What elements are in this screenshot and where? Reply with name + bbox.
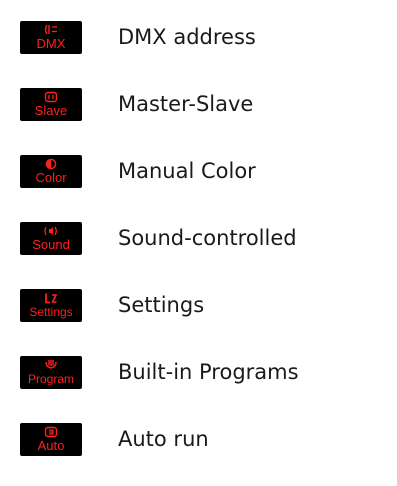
mode-label: Settings <box>118 293 205 317</box>
mode-badge-program: Program <box>20 356 82 389</box>
mode-row-program: Program Built-in Programs <box>0 351 397 391</box>
mode-label: Auto run <box>118 427 209 451</box>
mode-badge-label: Program <box>27 372 74 386</box>
program-icon <box>20 358 82 371</box>
mode-label: Built-in Programs <box>118 360 299 384</box>
mode-badge-label: Sound <box>32 237 70 252</box>
auto-icon <box>20 425 82 438</box>
mode-label: Sound-controlled <box>118 226 297 250</box>
dmx-icon <box>20 23 82 36</box>
mode-badge-label: Slave <box>34 103 68 118</box>
mode-badge-dmx: DMX <box>20 21 82 54</box>
mode-badge-label: DMX <box>36 36 66 51</box>
mode-badge-settings: Settings <box>20 289 82 322</box>
mode-badge-slave: Slave <box>20 88 82 121</box>
mode-label: Master-Slave <box>118 92 254 116</box>
mode-row-slave: Slave Master-Slave <box>0 83 397 123</box>
mode-row-color: Color Manual Color <box>0 150 397 190</box>
mode-badge-color: Color <box>20 155 82 188</box>
mode-label: Manual Color <box>118 159 256 183</box>
mode-label: DMX address <box>118 25 256 49</box>
mode-badge-label: Settings <box>29 305 73 319</box>
mode-badge-label: Auto <box>37 438 65 453</box>
mode-row-sound: Sound Sound-controlled <box>0 217 397 257</box>
mode-badge-label: Color <box>35 170 67 185</box>
mode-badge-sound: Sound <box>20 222 82 255</box>
mode-row-auto: Auto Auto run <box>0 418 397 458</box>
master-slave-icon <box>20 90 82 103</box>
settings-icon <box>20 291 82 304</box>
color-icon <box>20 157 82 170</box>
sound-icon <box>20 224 82 237</box>
mode-badge-auto: Auto <box>20 423 82 456</box>
mode-row-dmx: DMX DMX address <box>0 16 397 56</box>
mode-row-settings: Settings Settings <box>0 284 397 324</box>
